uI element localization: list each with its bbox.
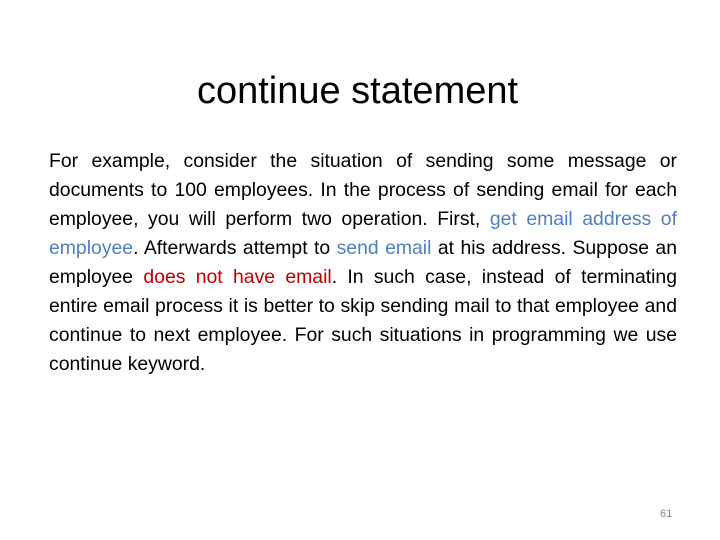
slide-body: For example, consider the situation of s… [49,147,677,379]
body-text-segment: . Afterwards attempt to [133,237,337,260]
page-number: 61 [660,508,673,520]
highlight-no-email: does not have email [143,266,332,289]
slide-title: continue statement [196,70,519,113]
highlight-send-email: send email [336,237,432,260]
